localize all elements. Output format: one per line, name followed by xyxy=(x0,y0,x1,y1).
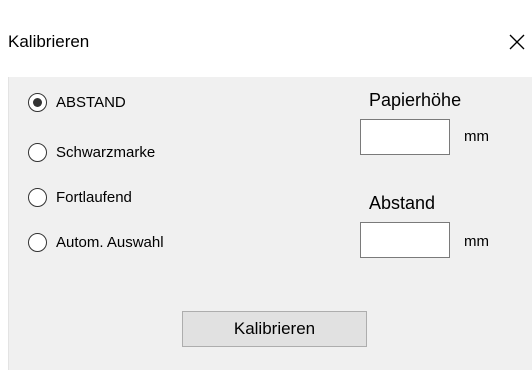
title-bar: Kalibrieren xyxy=(0,0,532,77)
radio-label: ABSTAND xyxy=(56,93,126,111)
gap-unit: mm xyxy=(464,233,489,250)
radio-label: Fortlaufend xyxy=(56,188,132,206)
radio-option-fortlaufend[interactable]: Fortlaufend xyxy=(28,188,132,207)
radio-button[interactable] xyxy=(28,233,47,252)
gap-label: Abstand xyxy=(369,193,436,213)
radio-button-checked[interactable] xyxy=(28,93,47,112)
radio-option-autom-auswahl[interactable]: Autom. Auswahl xyxy=(28,233,164,252)
calibrate-button[interactable]: Kalibrieren xyxy=(182,311,367,347)
close-icon xyxy=(509,34,525,50)
radio-button[interactable] xyxy=(28,188,47,207)
window-title: Kalibrieren xyxy=(8,32,90,51)
radio-label: Autom. Auswahl xyxy=(56,233,164,251)
calibrate-dialog: Kalibrieren ABSTAND Schwarzmarke Fortlau… xyxy=(0,0,532,370)
gap-input[interactable] xyxy=(360,222,450,258)
paper-height-label: Papierhöhe xyxy=(369,90,462,110)
radio-option-abstand[interactable]: ABSTAND xyxy=(28,93,126,112)
radio-label: Schwarzmarke xyxy=(56,143,156,161)
paper-height-unit: mm xyxy=(464,128,489,145)
paper-height-input[interactable] xyxy=(360,119,450,155)
radio-button[interactable] xyxy=(28,143,47,162)
radio-option-schwarzmarke[interactable]: Schwarzmarke xyxy=(28,143,155,162)
close-button[interactable] xyxy=(502,24,532,60)
window-border xyxy=(8,77,9,370)
